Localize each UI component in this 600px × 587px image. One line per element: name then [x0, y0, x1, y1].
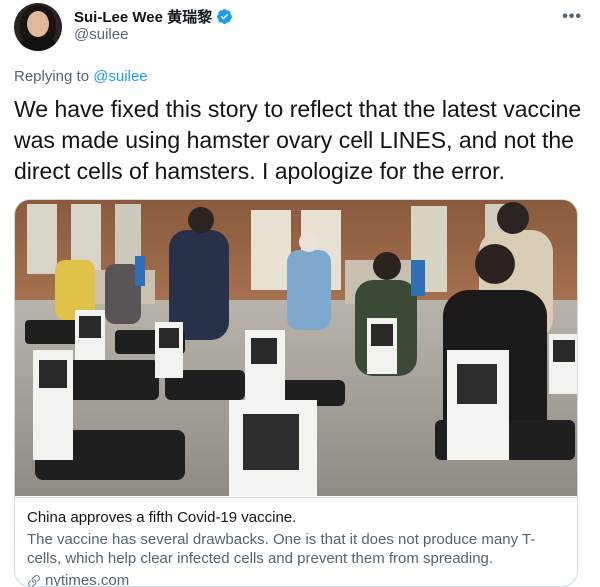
avatar[interactable] — [14, 3, 62, 51]
display-name[interactable]: Sui-Lee Wee 黄瑞黎 — [74, 6, 212, 27]
link-icon — [28, 574, 40, 586]
link-card[interactable]: China approves a fifth Covid-19 vaccine.… — [14, 199, 578, 587]
verified-badge-icon — [217, 9, 233, 24]
replying-prefix: Replying to — [14, 68, 94, 85]
card-title[interactable]: China approves a fifth Covid-19 vaccine. — [27, 508, 567, 527]
vaccination-room-photo — [15, 200, 577, 496]
card-domain[interactable]: nytimes.com — [45, 571, 129, 586]
card-image[interactable] — [15, 200, 577, 496]
avatar-body — [18, 37, 58, 51]
more-icon[interactable]: ••• — [562, 8, 582, 26]
card-description: The vaccine has several drawbacks. One i… — [27, 531, 536, 567]
reply-mention-link[interactable]: @suilee — [93, 68, 147, 85]
replying-to: Replying to @suilee — [14, 68, 148, 85]
name-row: Sui-Lee Wee 黄瑞黎 — [74, 6, 233, 27]
tweet-text: We have fixed this story to reflect that… — [14, 96, 582, 184]
card-meta[interactable]: China approves a fifth Covid-19 vaccine.… — [15, 497, 577, 586]
avatar-face — [27, 11, 49, 37]
tweet-header: Sui-Lee Wee 黄瑞黎 @suilee ••• — [14, 0, 586, 56]
handle[interactable]: @suilee — [74, 26, 128, 43]
card-domain-row[interactable]: nytimes.com — [27, 571, 567, 586]
